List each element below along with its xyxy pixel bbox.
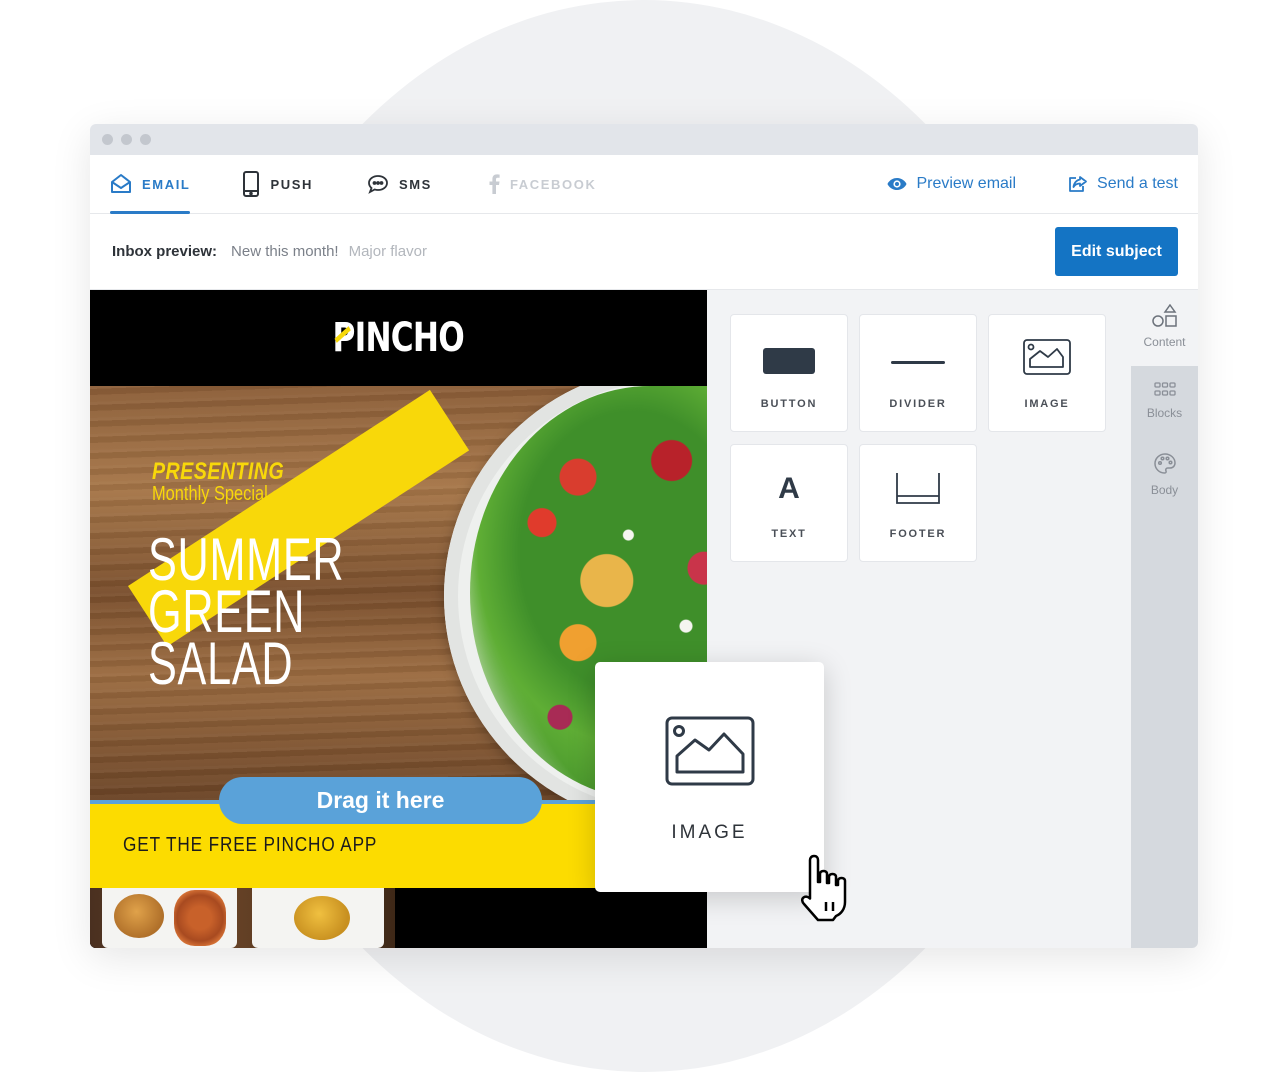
block-text[interactable]: A TEXT: [730, 444, 848, 562]
rail-content-label: Content: [1143, 335, 1186, 349]
footer-block-icon: [896, 473, 940, 504]
side-rail: Content Blocks Body: [1131, 290, 1198, 948]
tab-push[interactable]: PUSH: [242, 155, 313, 213]
block-footer[interactable]: FOOTER: [859, 444, 977, 562]
rail-body[interactable]: Body: [1131, 452, 1198, 497]
block-text-label: TEXT: [771, 528, 807, 540]
hand-cursor-icon: [801, 854, 847, 922]
mobile-phone-icon: [243, 171, 260, 197]
subject-line: New this month!: [231, 243, 339, 260]
dragged-block-label: IMAGE: [671, 822, 748, 843]
header-actions: Preview email Send a test: [887, 155, 1178, 213]
rail-body-label: Body: [1150, 483, 1179, 497]
email-header: PINCHO: [90, 290, 707, 386]
tab-sms-label: SMS: [398, 176, 432, 192]
divider-block-icon: [891, 361, 945, 364]
inbox-preview-label: Inbox preview:: [112, 243, 218, 260]
sandwich-photo: [294, 896, 350, 940]
text-block-glyph: A: [778, 472, 800, 505]
image-block-icon: [1023, 339, 1071, 375]
block-image[interactable]: IMAGE: [988, 314, 1106, 432]
grid-icon: [1153, 382, 1176, 396]
preheader-text: Major flavor: [348, 243, 427, 260]
block-divider[interactable]: DIVIDER: [859, 314, 977, 432]
block-button[interactable]: BUTTON: [730, 314, 848, 432]
tab-email-label: EMAIL: [142, 176, 191, 192]
monthly-special-label: Monthly Special • July: [152, 483, 312, 505]
window-titlebar: [90, 124, 1198, 155]
send-test-label: Send a test: [1097, 175, 1178, 192]
logo-text: PINCHO: [332, 315, 465, 361]
edit-subject-button[interactable]: Edit subject: [1055, 227, 1178, 276]
tab-facebook-label: FACEBOOK: [509, 176, 597, 192]
headline-line-3: SALAD: [148, 630, 294, 697]
app-cta-text: GET THE FREE PINCHO APP: [123, 834, 378, 856]
tab-facebook[interactable]: FACEBOOK: [488, 155, 596, 213]
pincho-logo: PINCHO: [332, 315, 465, 361]
window-dot-close[interactable]: [102, 134, 113, 145]
preview-email-link[interactable]: Preview email: [887, 175, 1016, 193]
drop-target-pill[interactable]: Drag it here: [219, 777, 542, 824]
send-test-link[interactable]: Send a test: [1068, 175, 1178, 193]
preview-email-label: Preview email: [916, 175, 1017, 192]
palette-icon: [1153, 453, 1176, 474]
envelope-open-icon: [111, 174, 131, 193]
hero-headline: SUMMER GREEN SALAD: [148, 530, 344, 697]
block-divider-label: DIVIDER: [889, 398, 947, 410]
block-button-label: BUTTON: [760, 398, 818, 410]
image-block-icon: [665, 716, 754, 786]
chat-bubble-icon: [368, 175, 388, 194]
tab-sms[interactable]: SMS: [367, 155, 432, 213]
presenting-label: PRESENTING: [152, 458, 285, 485]
inbox-preview-bar: Inbox preview: New this month! Major fla…: [90, 214, 1198, 290]
tab-email[interactable]: EMAIL: [110, 155, 191, 214]
eye-icon: [887, 178, 907, 190]
window-dot-maximize[interactable]: [140, 134, 151, 145]
rail-blocks-label: Blocks: [1146, 406, 1183, 420]
rail-content[interactable]: Content: [1131, 290, 1198, 366]
tater-tots-photo: [174, 890, 226, 946]
block-image-label: IMAGE: [1024, 398, 1070, 410]
share-icon: [1069, 176, 1087, 192]
text-block-icon: A: [731, 445, 847, 509]
block-footer-label: FOOTER: [889, 528, 947, 540]
food-photo-strip: [90, 888, 707, 948]
button-block-icon: [763, 348, 815, 374]
burger-photo: [114, 894, 164, 938]
dragged-image-block[interactable]: IMAGE: [595, 662, 824, 892]
window-dot-minimize[interactable]: [121, 134, 132, 145]
shapes-icon: [1151, 304, 1177, 327]
tab-push-label: PUSH: [270, 176, 313, 192]
rail-blocks[interactable]: Blocks: [1131, 382, 1198, 420]
channel-tabs: EMAIL PUSH SMS FACEBOOK Preview email Se…: [90, 155, 1198, 214]
facebook-icon: [489, 174, 500, 194]
